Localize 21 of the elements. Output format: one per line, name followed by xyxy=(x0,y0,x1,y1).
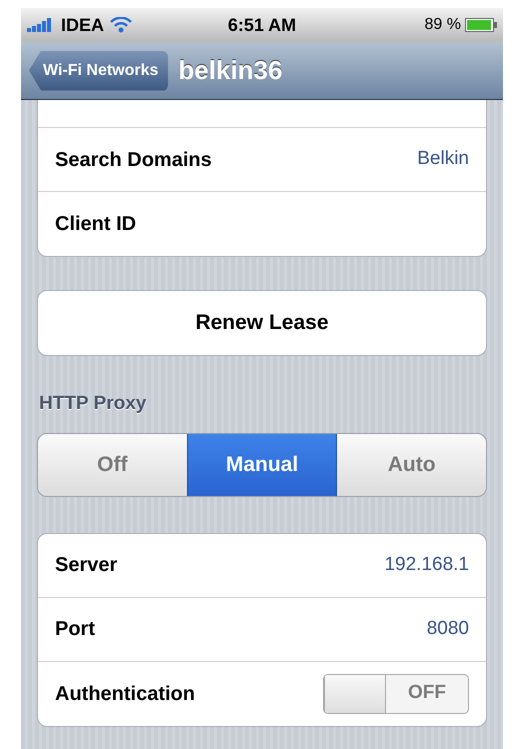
renew-lease-button[interactable]: Renew Lease xyxy=(37,290,487,356)
section-header: HTTP Proxy xyxy=(39,392,146,416)
back-button[interactable]: Wi-Fi Networks xyxy=(29,50,168,90)
segment-tab[interactable]: Off xyxy=(38,434,187,496)
wifi-icon xyxy=(110,17,132,33)
row-label: Search Domains xyxy=(55,148,212,172)
segment-tab[interactable]: Auto xyxy=(337,434,486,496)
battery-icon xyxy=(465,18,497,32)
toggle-switch[interactable]: OFF xyxy=(323,674,469,714)
carrier-name: IDEA xyxy=(61,14,104,36)
screen-title: belkin36 xyxy=(178,54,282,87)
row-label: Server xyxy=(55,553,118,578)
row-value: Belkin xyxy=(417,147,469,172)
segment-tab[interactable]: Manual xyxy=(186,434,338,496)
row-label: Authentication xyxy=(55,682,195,706)
row-value: 192.168.1 xyxy=(384,552,469,577)
status-time: 6:51 AM xyxy=(228,14,296,36)
battery-percent: 89 % xyxy=(424,15,461,35)
row-value: 8080 xyxy=(426,616,469,641)
row-label: Client ID xyxy=(55,212,136,237)
row-label: Port xyxy=(55,617,95,642)
